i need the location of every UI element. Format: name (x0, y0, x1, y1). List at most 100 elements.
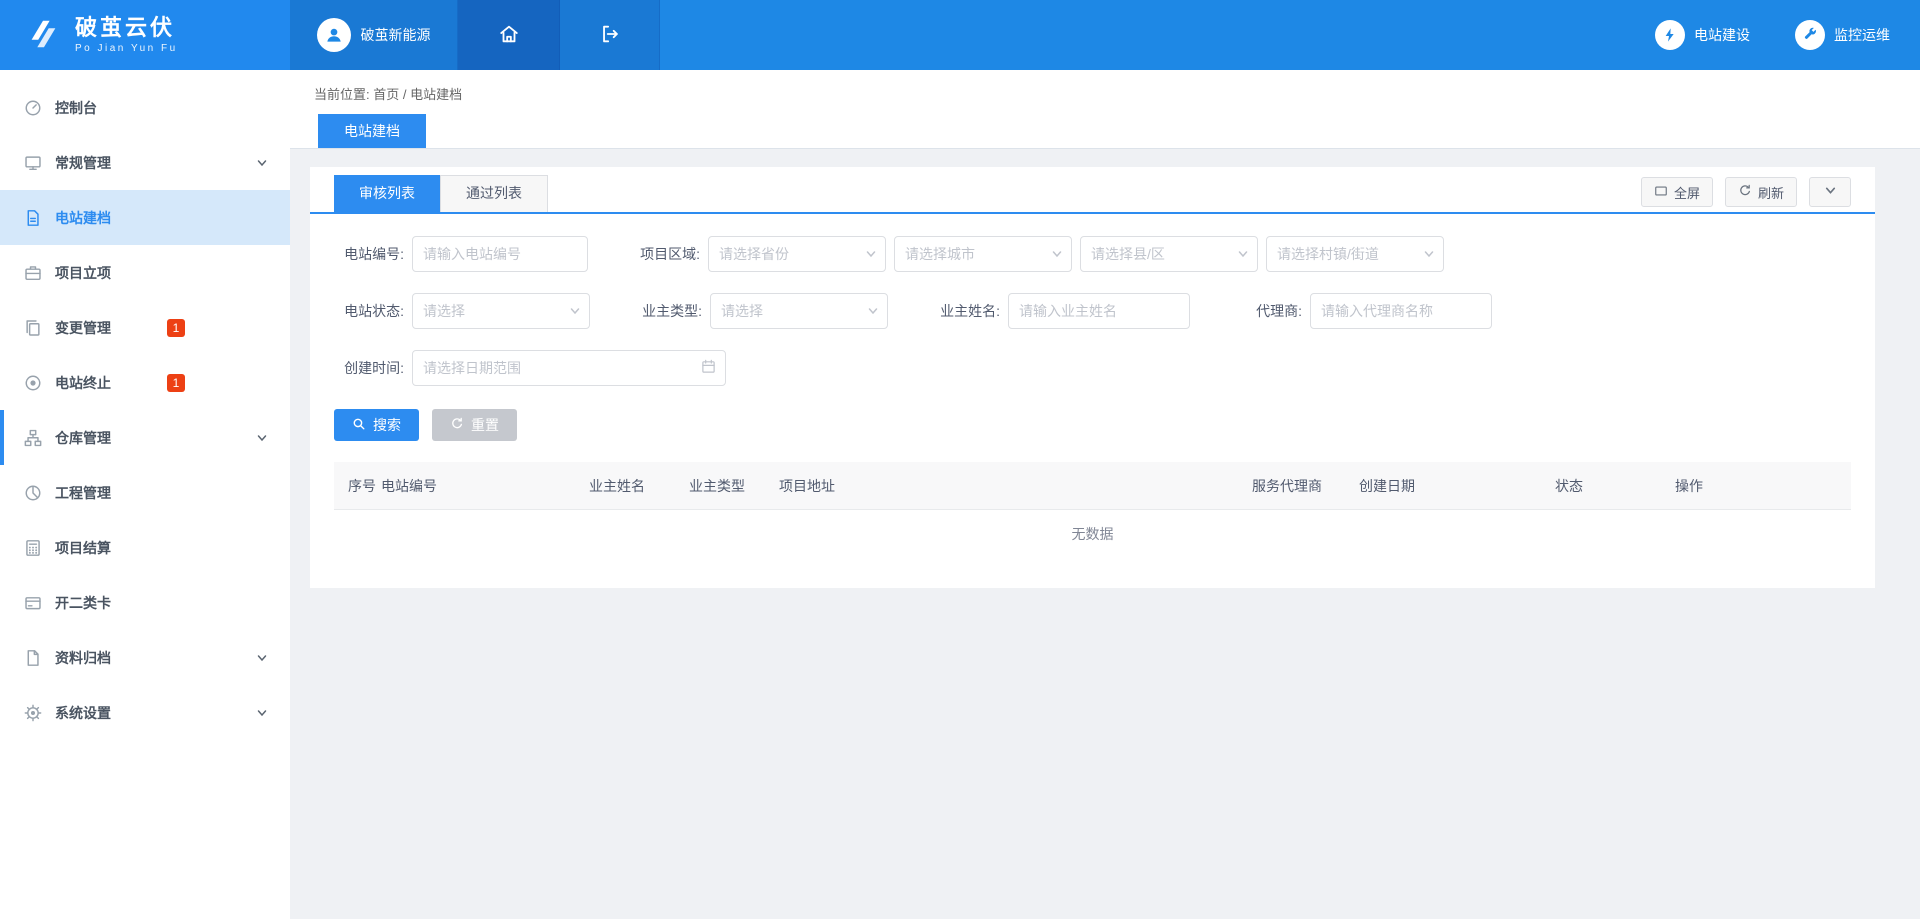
agent-input[interactable] (1310, 293, 1492, 329)
content-area: 审核列表 通过列表 全屏 (290, 149, 1920, 588)
search-button-label: 搜索 (373, 415, 401, 435)
create-time-label: 创建时间: (334, 358, 404, 378)
chevron-down-icon (867, 305, 879, 317)
breadcrumb-strip: 当前位置: 首页 / 电站建档 电站建档 (290, 70, 1920, 149)
home-button[interactable] (458, 0, 560, 70)
owner-name-label: 业主姓名: (930, 301, 1000, 321)
sidebar-item-warehouse-management[interactable]: 仓库管理 (0, 410, 290, 465)
user-menu[interactable]: 破茧新能源 (290, 0, 458, 70)
sidebar-item-label: 电站终止 (55, 373, 111, 393)
owner-type-select[interactable]: 请选择 (710, 293, 888, 329)
dashboard-icon (24, 99, 42, 117)
document-icon (24, 649, 42, 667)
col-project-address: 项目地址 (779, 476, 1252, 496)
collapse-button[interactable] (1809, 177, 1851, 207)
nav-station-construction-label: 电站建设 (1694, 25, 1750, 45)
sidebar-item-open-type2-card[interactable]: 开二类卡 (0, 575, 290, 630)
header-right-nav: 电站建设 监控运维 (1655, 0, 1920, 70)
page-tab-station-filing[interactable]: 电站建档 (318, 114, 426, 148)
nav-monitoring-ops[interactable]: 监控运维 (1795, 20, 1890, 50)
sidebar-item-label: 系统设置 (55, 703, 111, 723)
refresh-label: 刷新 (1758, 183, 1784, 202)
panel-toolbar: 全屏 刷新 (1641, 177, 1851, 207)
top-header: 破茧云伏 Po Jian Yun Fu 破茧新能源 (0, 0, 1920, 70)
logout-icon (599, 23, 621, 48)
main-area: 当前位置: 首页 / 电站建档 电站建档 审核列表 通过列表 (290, 70, 1920, 919)
chevron-down-icon (865, 248, 877, 260)
sidebar-item-console[interactable]: 控制台 (0, 80, 290, 135)
breadcrumb-current: 电站建档 (410, 87, 462, 102)
table-empty-state: 无数据 (334, 510, 1851, 558)
document-icon (24, 209, 42, 227)
reset-button[interactable]: 重置 (432, 409, 517, 441)
list-tabs-row: 审核列表 通过列表 全屏 (310, 175, 1875, 214)
sidebar-item-label: 电站建档 (55, 208, 111, 228)
sidebar-item-project-initiation[interactable]: 项目立项 (0, 245, 290, 300)
results-table: 序号 电站编号 业主姓名 业主类型 项目地址 服务代理商 创建日期 状态 操作 … (334, 462, 1851, 558)
sidebar-item-project-settlement[interactable]: 项目结算 (0, 520, 290, 575)
chevron-down-icon (1051, 248, 1063, 260)
wrench-icon (1795, 20, 1825, 50)
reset-button-label: 重置 (471, 415, 499, 435)
province-select-placeholder: 请选择省份 (719, 244, 789, 264)
filter-row-3: 创建时间: (334, 350, 1851, 386)
monitor-icon (24, 154, 42, 172)
sidebar-item-change-management[interactable]: 变更管理 1 (0, 300, 290, 355)
app-root: 破茧云伏 Po Jian Yun Fu 破茧新能源 (0, 0, 1920, 919)
filter-form: 电站编号: 项目区域: 请选择省份 请选择城市 (310, 214, 1875, 386)
body-split: 控制台 常规管理 电站建档 (0, 70, 1920, 919)
table-header-row: 序号 电站编号 业主姓名 业主类型 项目地址 服务代理商 创建日期 状态 操作 (334, 462, 1851, 510)
station-status-select[interactable]: 请选择 (412, 293, 590, 329)
search-icon (352, 417, 366, 434)
briefcase-icon (24, 264, 42, 282)
city-select[interactable]: 请选择城市 (894, 236, 1072, 272)
sidebar-item-station-termination[interactable]: 电站终止 1 (0, 355, 290, 410)
breadcrumb-prefix: 当前位置: (314, 87, 370, 102)
town-select[interactable]: 请选择村镇/街道 (1266, 236, 1444, 272)
station-number-input[interactable] (412, 236, 588, 272)
fullscreen-icon (1654, 184, 1668, 201)
owner-name-input[interactable] (1008, 293, 1190, 329)
province-select[interactable]: 请选择省份 (708, 236, 886, 272)
sidebar-item-engineering-management[interactable]: 工程管理 (0, 465, 290, 520)
chevron-down-icon (256, 707, 268, 719)
brand-logo[interactable]: 破茧云伏 Po Jian Yun Fu (0, 0, 290, 70)
breadcrumb-home-link[interactable]: 首页 (373, 87, 399, 102)
logout-button[interactable] (560, 0, 660, 70)
tab-review-list[interactable]: 审核列表 (334, 175, 440, 212)
nav-station-construction[interactable]: 电站建设 (1655, 20, 1750, 50)
county-select[interactable]: 请选择县/区 (1080, 236, 1258, 272)
sidebar-item-data-archiving[interactable]: 资料归档 (0, 630, 290, 685)
col-status: 状态 (1555, 476, 1675, 496)
fullscreen-button[interactable]: 全屏 (1641, 177, 1713, 207)
county-select-placeholder: 请选择县/区 (1091, 244, 1165, 264)
station-status-placeholder: 请选择 (423, 301, 465, 321)
calculator-icon (24, 539, 42, 557)
station-status-label: 电站状态: (334, 301, 404, 321)
calendar-icon (701, 359, 716, 377)
sidebar-item-label: 项目立项 (55, 263, 111, 283)
notification-badge: 1 (167, 374, 185, 392)
project-region-label: 项目区域: (630, 244, 700, 264)
pie-chart-icon (24, 484, 42, 502)
brand-logo-icon (24, 15, 62, 56)
chevron-down-icon (256, 432, 268, 444)
town-select-placeholder: 请选择村镇/街道 (1277, 244, 1379, 264)
search-button[interactable]: 搜索 (334, 409, 419, 441)
sidebar-item-label: 资料归档 (55, 648, 111, 668)
brand-subtitle: Po Jian Yun Fu (75, 43, 178, 54)
chevron-down-icon (569, 305, 581, 317)
date-range-picker (412, 350, 726, 386)
sidebar-item-station-filing[interactable]: 电站建档 (0, 190, 290, 245)
date-range-input[interactable] (412, 350, 726, 386)
refresh-button[interactable]: 刷新 (1725, 177, 1797, 207)
sidebar-item-system-settings[interactable]: 系统设置 (0, 685, 290, 740)
sidebar-item-general-management[interactable]: 常规管理 (0, 135, 290, 190)
notification-badge: 1 (167, 319, 185, 337)
col-index: 序号 (348, 476, 381, 496)
tab-passed-list[interactable]: 通过列表 (440, 175, 548, 212)
filter-actions: 搜索 重置 (310, 407, 1875, 441)
col-create-date: 创建日期 (1359, 476, 1555, 496)
main-panel: 审核列表 通过列表 全屏 (310, 167, 1875, 588)
user-avatar-icon (317, 18, 351, 52)
